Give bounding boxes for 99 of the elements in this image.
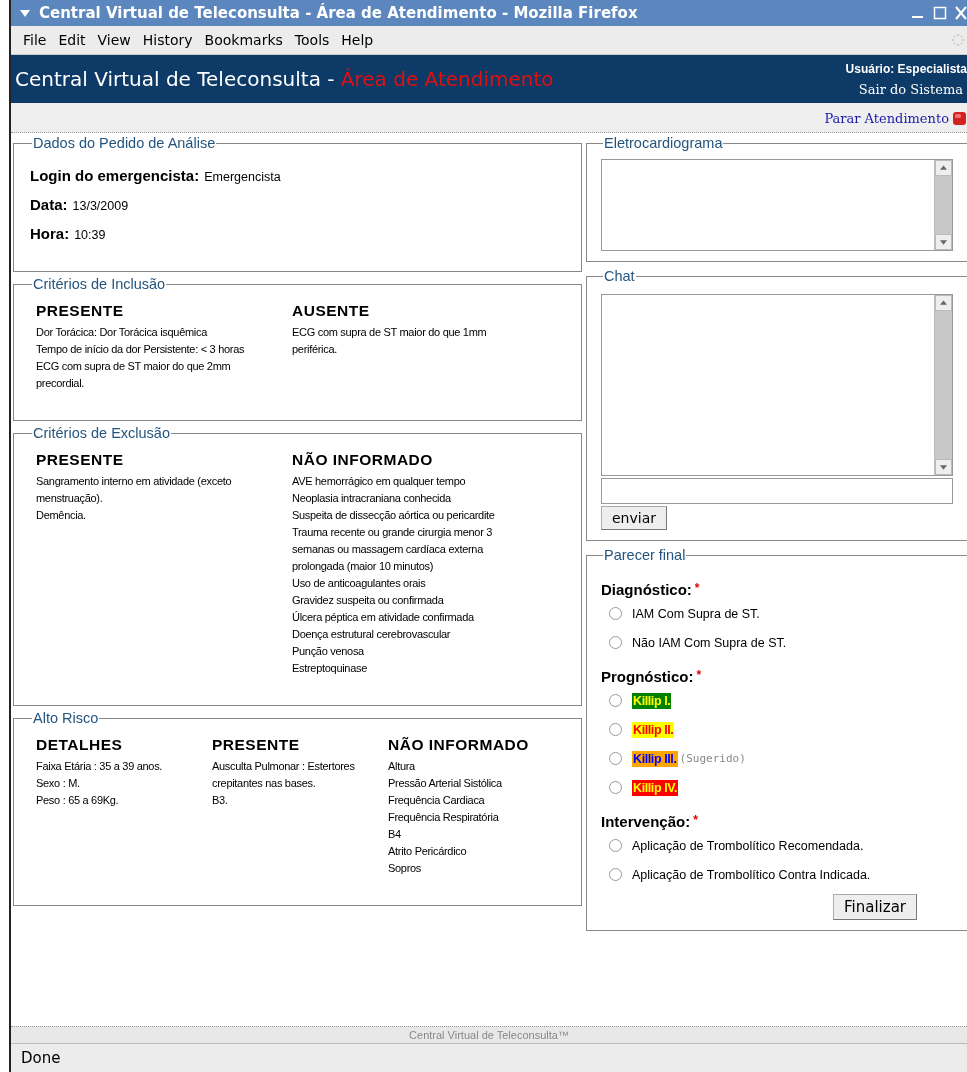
option-label[interactable]: Não IAM Com Supra de ST. [632, 635, 787, 650]
panel-legend: Parecer final [603, 547, 687, 563]
close-icon[interactable] [955, 6, 967, 20]
message-field[interactable] [601, 478, 953, 504]
criteria-item: ECG com supra de ST maior do que 1mm periférica. [292, 325, 488, 357]
panel-legend: Eletrocardiograma [603, 135, 724, 151]
radio-button[interactable] [609, 694, 622, 707]
option-label[interactable]: Killip IV. [632, 779, 679, 796]
radio-button[interactable] [609, 723, 622, 736]
group-label: Prognóstico: [601, 668, 694, 685]
ecg-textarea[interactable] [601, 159, 953, 251]
group-label: Intervenção: [601, 813, 691, 830]
radio-button[interactable] [609, 868, 622, 881]
column-heading: DETALHES [36, 736, 124, 754]
option-label[interactable]: Aplicação de Trombolítico Contra Indicada. [632, 867, 871, 882]
page-title: Central Virtual de Teleconsulta - Área de Atendimento [14, 67, 554, 91]
panel-legend: Alto Risco [32, 710, 100, 726]
criteria-item: AVE hemorrágico em qualquer tempo [292, 474, 467, 489]
criteria-item: Uso de anticoagulantes orais [292, 576, 427, 591]
criteria-item: Úlcera péptica em atividade confirmada [292, 610, 475, 625]
option-label[interactable]: Aplicação de Trombolítico Recomendada. [632, 838, 864, 853]
radio-button[interactable] [609, 607, 622, 620]
menu-item[interactable]: Edit [52, 32, 92, 48]
required-mark: * [693, 813, 698, 827]
option-label[interactable]: Killip I. [632, 692, 672, 709]
scroll-down-icon[interactable] [935, 234, 952, 250]
menu-item[interactable]: File [17, 32, 53, 48]
field-value: 10:39 [74, 228, 106, 242]
column-heading: NÃO INFORMADO [388, 736, 530, 754]
menu-item[interactable]: Tools [288, 32, 336, 48]
user-label: Usuário: Especialista [845, 61, 967, 76]
panel-legend: Critérios de Inclusão [32, 276, 167, 292]
column-heading: PRESENTE [36, 302, 125, 320]
field-value: Emergencista [204, 170, 281, 184]
option-label[interactable]: Killip III. [632, 750, 678, 767]
criteria-item: ECG com supra de ST maior do que 2mm precordial. [36, 359, 232, 391]
panel-legend: Chat [603, 268, 636, 284]
scroll-down-icon[interactable] [935, 459, 952, 475]
suggested-note: (Sugerido) [679, 752, 746, 765]
logout-link[interactable]: Sair do Sistema [858, 81, 967, 97]
criteria-item: Pressão Arterial Sistólica [388, 776, 503, 791]
scroll-up-icon[interactable] [935, 295, 952, 311]
panel-legend: Critérios de Exclusão [32, 425, 171, 441]
column-heading: AUSENTE [292, 302, 371, 320]
criteria-item: Frequência Cardiaca [388, 793, 486, 808]
criteria-item: Suspeita de dissecção aórtica ou pericardite [292, 508, 496, 523]
maximize-icon[interactable] [933, 6, 947, 20]
criteria-item: Neoplasia intracraniana conhecida [292, 491, 452, 506]
criteria-item: Sopros [388, 861, 423, 876]
finish-button[interactable]: Finalizar [833, 894, 917, 920]
column-heading: NÃO INFORMADO [292, 451, 434, 469]
stop-link[interactable]: Parar Atendimento [824, 111, 949, 126]
window-title: Central Virtual de Teleconsulta - Área de Atendimento - Mozilla Firefox [39, 4, 639, 22]
required-mark: * [694, 581, 700, 595]
criteria-item: Faixa Etária : 35 a 39 anos. [36, 759, 164, 774]
scroll-up-icon[interactable] [935, 160, 952, 176]
caret-icon[interactable] [19, 8, 31, 18]
field-label: Login do emergencista: [30, 167, 200, 184]
criteria-item: Doença estrutural cerebrovascular [292, 627, 452, 642]
send-button[interactable]: enviar [601, 506, 667, 530]
stop-icon[interactable] [952, 111, 967, 126]
radio-button[interactable] [609, 752, 622, 765]
criteria-item: Gravidez suspeita ou confirmada [292, 593, 445, 608]
criteria-item: Altura [388, 759, 416, 774]
criteria-item: Tempo de início da dor Persistente: < 3 horas [36, 342, 246, 357]
column-heading: PRESENTE [36, 451, 125, 469]
radio-button[interactable] [609, 781, 622, 794]
criteria-item: Ausculta Pulmonar : Estertores crepitantes nas bases. [212, 759, 356, 791]
criteria-item: Estreptoquinase [292, 661, 368, 676]
required-mark: * [696, 668, 702, 682]
panel-legend: Dados do Pedido de Análise [32, 135, 217, 151]
option-label[interactable]: IAM Com Supra de ST. [632, 606, 760, 621]
field-value: 13/3/2009 [72, 199, 129, 213]
criteria-item: Frequência Respiratória [388, 810, 500, 825]
footer-text: Central Virtual de Teleconsulta™ [409, 1029, 569, 1041]
group-label: Diagnóstico: [601, 581, 692, 598]
radio-button[interactable] [609, 839, 622, 852]
criteria-item: Trauma recente ou grande cirurgia menor 3 semanas ou massagem cardíaca externa prolongada (maior 10 minutos) [292, 525, 494, 574]
menu-item[interactable]: Help [335, 32, 380, 48]
criteria-item: Sangramento interno em atividade (exceto menstruação). [36, 474, 233, 506]
column-heading: PRESENTE [212, 736, 301, 754]
option-label[interactable]: Killip II. [632, 721, 675, 738]
menu-item[interactable]: History [136, 32, 199, 48]
scrollbar[interactable] [934, 295, 952, 475]
criteria-item: Demência. [36, 508, 87, 523]
criteria-item: B3. [212, 793, 229, 808]
radio-button[interactable] [609, 636, 622, 649]
criteria-item: Dor Torácica: Dor Torácica isquêmica [36, 325, 209, 340]
field-label: Data: [30, 196, 68, 213]
field-label: Hora: [30, 225, 70, 242]
status-text: Done [21, 1049, 61, 1067]
criteria-item: B4 [388, 827, 402, 842]
criteria-item: Atrito Pericárdico [388, 844, 468, 859]
scrollbar[interactable] [934, 160, 952, 250]
menu-item[interactable]: View [91, 32, 137, 48]
criteria-item: Peso : 65 a 69Kg. [36, 793, 120, 808]
criteria-item: Punção venosa [292, 644, 365, 659]
criteria-item: Sexo : M. [36, 776, 81, 791]
menu-item[interactable]: Bookmarks [198, 32, 289, 48]
